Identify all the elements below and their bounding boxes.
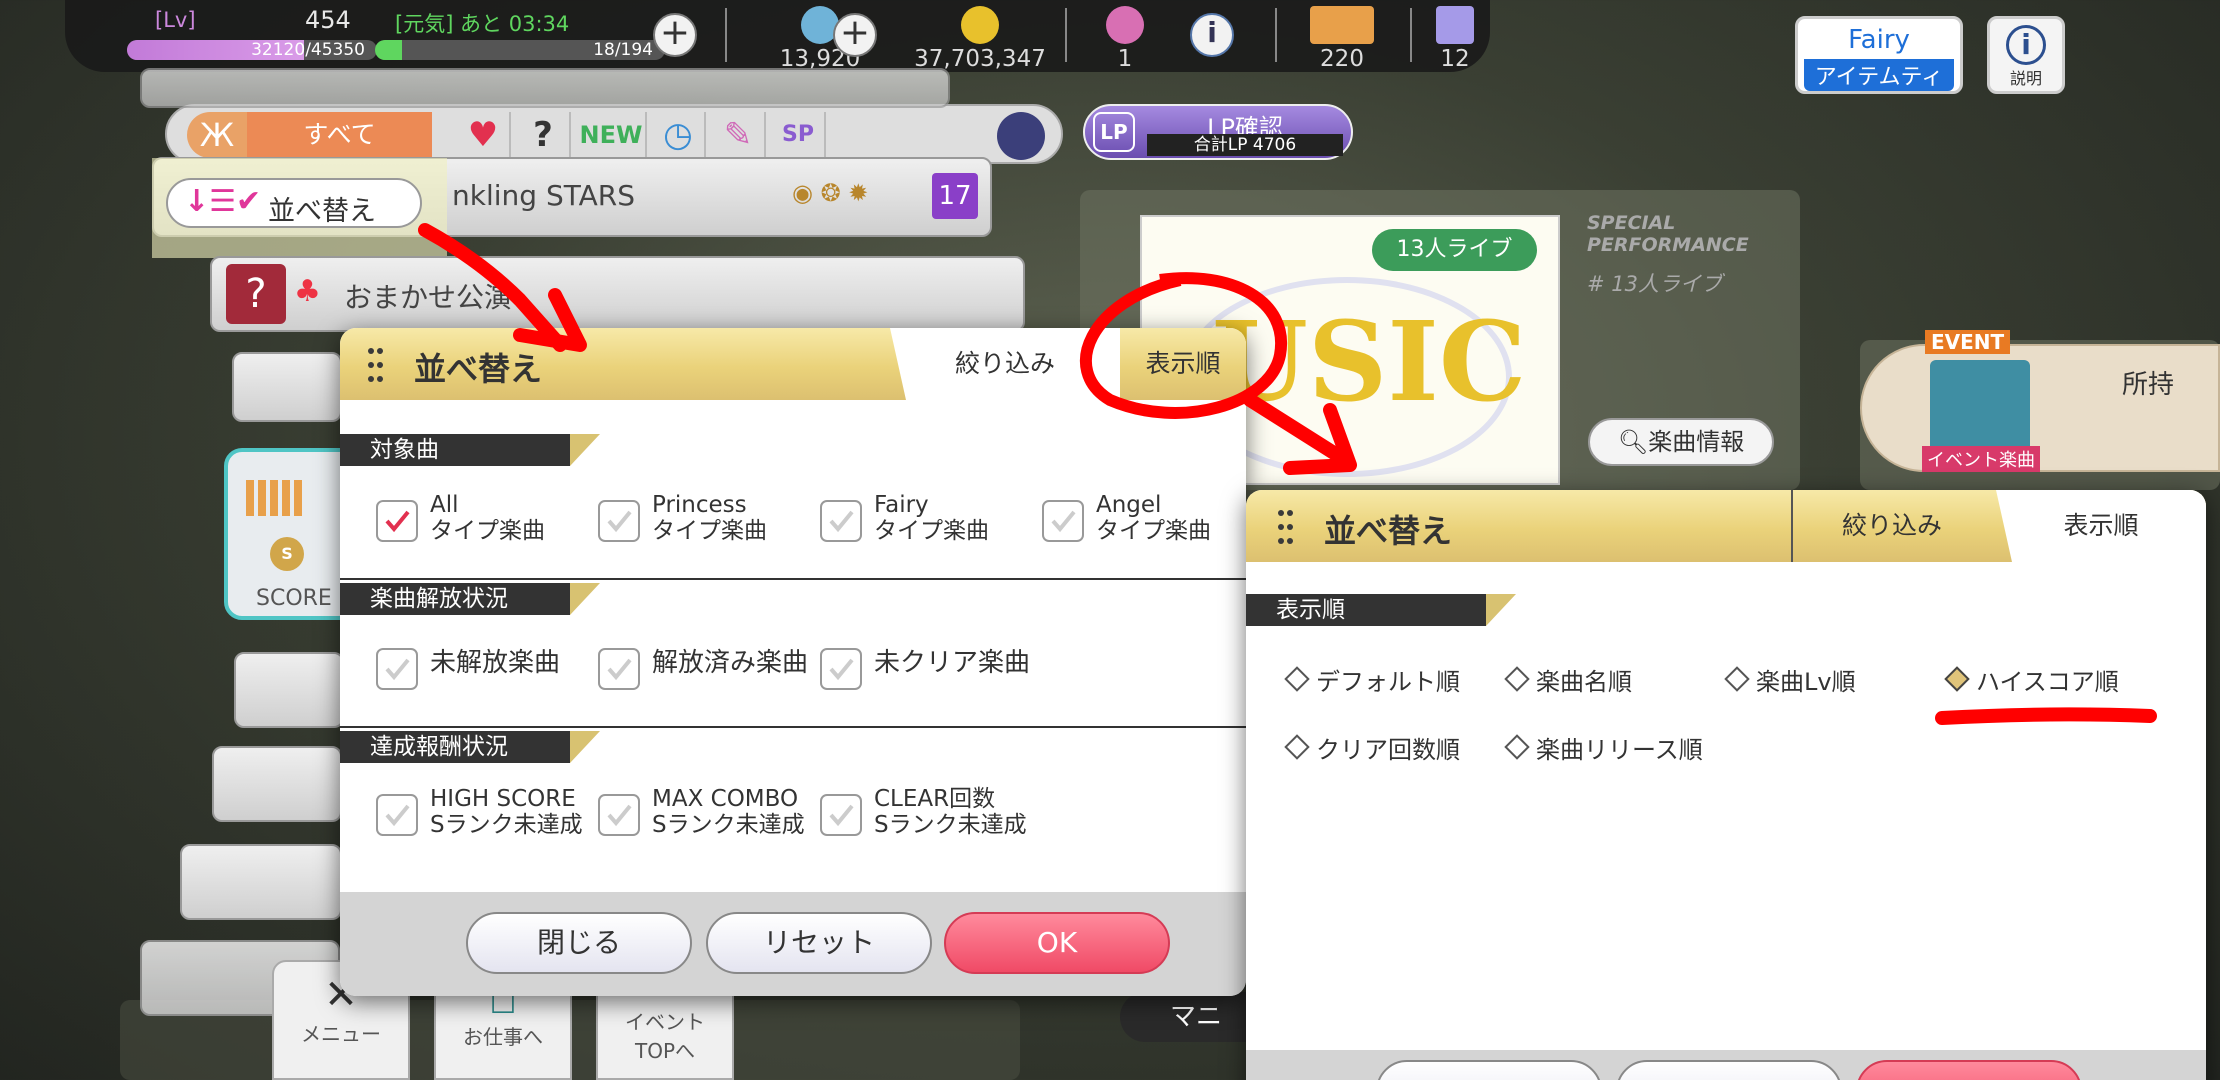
red-annotation-overlay [418,223,2157,725]
